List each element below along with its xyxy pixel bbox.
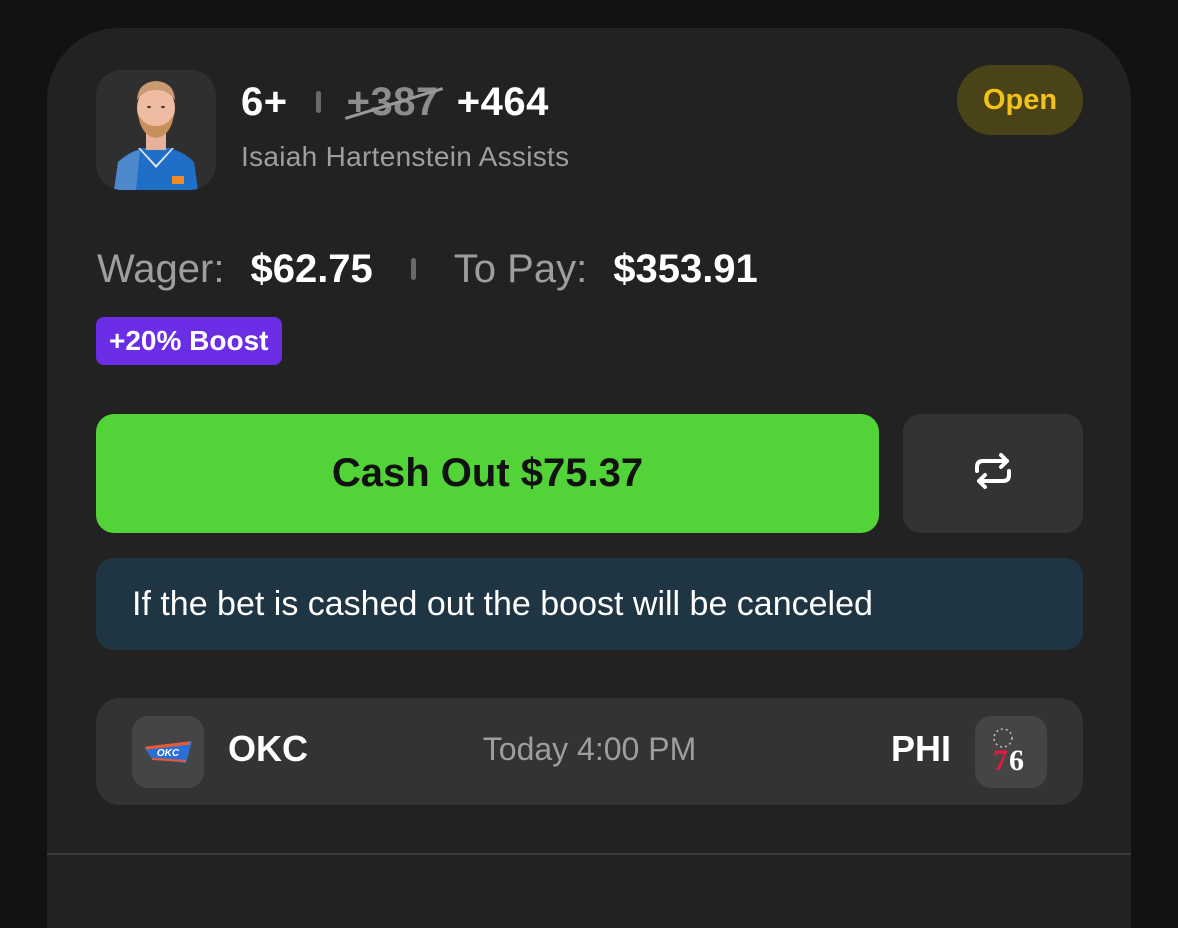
cash-out-button[interactable]: Cash Out $75.37 [96,414,879,533]
to-pay-label: To Pay: [453,246,588,291]
game-info[interactable]: OKC OKC Today 4:00 PM PHI 7 6 [96,698,1083,805]
bet-card: 6+ +387 +464 Isaiah Hartenstein Assists … [47,28,1131,928]
separator [410,258,416,280]
to-pay-value: $353.91 [613,246,758,291]
market-description: Isaiah Hartenstein Assists [241,141,570,172]
boost-cancel-notice: If the bet is cashed out the boost will … [96,558,1083,650]
phi-logo: 7 6 [975,716,1047,788]
wager-value: $62.75 [250,246,373,291]
wager-row: Wager: $62.75 To Pay: $353.91 [97,244,758,294]
svg-text:7: 7 [993,744,1008,777]
separator [315,91,321,113]
boost-badge: +20% Boost [96,317,282,365]
status-badge: Open [957,65,1083,135]
bet-line: 6+ [241,79,288,124]
home-team: PHI [890,728,951,769]
player-avatar [96,70,216,190]
old-odds: +387 [346,79,439,124]
repeat-arrows-icon [971,451,1015,496]
divider [47,853,1131,855]
wager-label: Wager: [97,246,225,291]
refresh-button[interactable] [903,414,1083,533]
boosted-odds: +464 [456,79,549,124]
odds-row: 6+ +387 +464 [241,78,549,126]
svg-text:6: 6 [1009,744,1024,777]
